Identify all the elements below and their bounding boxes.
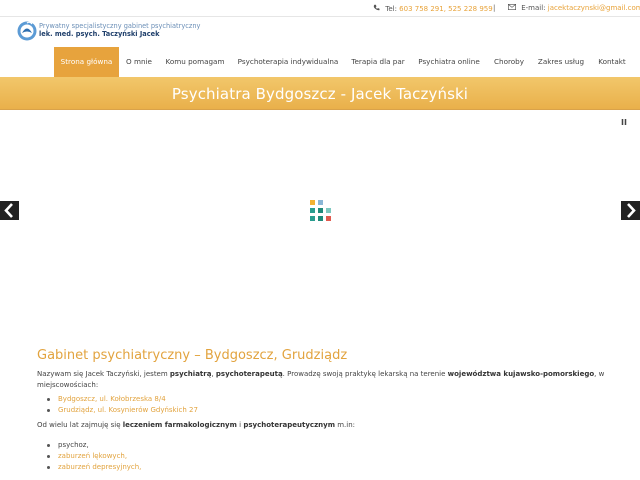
slider-next-button[interactable] — [621, 201, 640, 220]
email-contact: E-mail: jacektaczynski@gmail.com — [508, 4, 640, 12]
phone-numbers[interactable]: 603 758 291, 525 228 959 — [399, 5, 493, 13]
nav-item-terapia-dla-par[interactable]: Terapia dla par — [346, 47, 410, 77]
logo-icon — [17, 20, 37, 42]
intro-paragraph: Nazywam się Jacek Taczyński, jestem psyc… — [37, 369, 607, 390]
image-slider — [0, 111, 640, 336]
phone-contact: Tel: 603 758 291, 525 228 959 — [373, 4, 493, 13]
envelope-icon — [508, 4, 516, 12]
location-bydgoszcz[interactable]: Bydgoszcz, ul. Kołobrzeska 8/4 — [37, 394, 607, 405]
nav-item-psychoterapia-indywidualna[interactable]: Psychoterapia indywidualna — [235, 47, 341, 77]
section-heading: Gabinet psychiatryczny – Bydgoszcz, Grud… — [37, 348, 348, 363]
condition-zaburzen-depresyjnych[interactable]: zaburzeń depresyjnych, — [37, 462, 607, 473]
page-title: Psychiatra Bydgoszcz - Jacek Taczyński — [171, 85, 469, 103]
treatment-paragraph: Od wielu lat zajmuję się leczeniem farma… — [37, 420, 607, 431]
intro-bold-psychoterapeuta: psychoterapeutą — [215, 370, 283, 378]
phone-label: Tel: — [385, 5, 397, 13]
logo-text: Prywatny specjalistyczny gabinet psychia… — [39, 22, 200, 38]
slider-pause-button[interactable]: II — [621, 118, 629, 128]
nav-item-kontakt[interactable]: Kontakt — [593, 47, 631, 77]
nav-item-choroby[interactable]: Choroby — [489, 47, 529, 77]
conditions-list: psychoz, zaburzeń lękowych, zaburzeń dep… — [37, 440, 607, 473]
intro-text-1: Nazywam się Jacek Taczyński, jestem — [37, 370, 170, 378]
slider-prev-button[interactable] — [0, 201, 19, 220]
nav-item-komu-pomagam[interactable]: Komu pomagam — [161, 47, 229, 77]
contact-separator: | — [493, 4, 496, 12]
top-divider — [0, 16, 640, 17]
site-logo[interactable]: Prywatny specjalistyczny gabinet psychia… — [17, 20, 207, 44]
main-content: Gabinet psychiatryczny – Bydgoszcz, Grud… — [37, 348, 607, 477]
page-banner: Psychiatra Bydgoszcz - Jacek Taczyński — [0, 77, 640, 110]
nav-item-strona-glowna[interactable]: Strona główna — [54, 47, 119, 77]
nav-item-o-mnie[interactable]: O mnie — [120, 47, 158, 77]
loading-icon — [310, 200, 331, 221]
intro-bold-psychiatra: psychiatrą — [169, 370, 212, 378]
email-link[interactable]: jacektaczynski@gmail.com — [548, 4, 640, 12]
intro-text-3: . Prowadzę swoją praktykę lekarską na te… — [282, 370, 448, 378]
treatment-text-1: Od wielu lat zajmuję się — [37, 421, 123, 429]
treatment-bold-farmakologiczne: leczeniem farmakologicznym — [122, 421, 237, 429]
email-label: E-mail: — [521, 4, 546, 12]
nav-item-psychiatra-online[interactable]: Psychiatra online — [413, 47, 485, 77]
treatment-bold-psychoterapeutyczne: psychoterapeutycznym — [243, 421, 335, 429]
phone-icon — [373, 4, 380, 13]
nav-item-zakres-uslug[interactable]: Zakres usług — [533, 47, 589, 77]
main-navigation: Strona główna O mnie Komu pomagam Psycho… — [0, 47, 640, 77]
location-grudziadz[interactable]: Grudziądz, ul. Kosynierów Gdyńskich 27 — [37, 405, 607, 416]
location-list: Bydgoszcz, ul. Kołobrzeska 8/4 Grudziądz… — [37, 394, 607, 416]
logo-line-2: lek. med. psych. Taczyński Jacek — [39, 30, 160, 38]
treatment-text-3: m.in: — [335, 421, 356, 429]
chevron-right-icon — [621, 201, 640, 220]
chevron-left-icon — [0, 201, 19, 220]
condition-psychoz: psychoz, — [37, 440, 607, 451]
logo-line-1: Prywatny specjalistyczny gabinet psychia… — [39, 22, 201, 30]
top-contact-bar: Tel: 603 758 291, 525 228 959 | E-mail: … — [0, 0, 640, 16]
condition-zaburzen-lekowych[interactable]: zaburzeń lękowych, — [37, 451, 607, 462]
intro-bold-wojewodztwo: województwa kujawsko-pomorskiego — [447, 370, 595, 378]
